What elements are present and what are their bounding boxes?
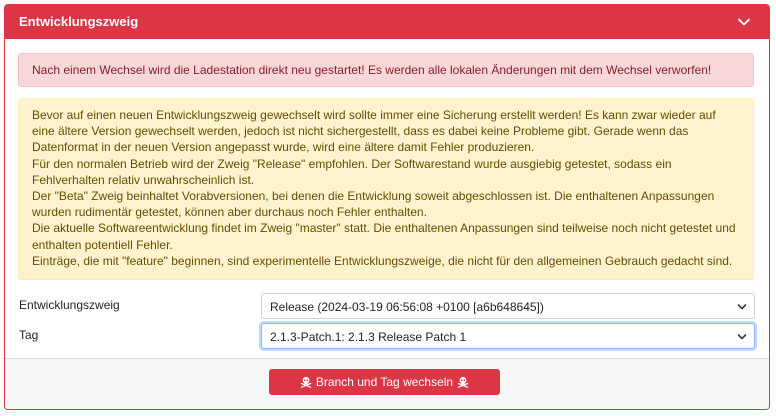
tag-label: Tag (19, 328, 39, 342)
panel-title: Entwicklungszweig (19, 14, 139, 29)
master-branch-info: Die aktuelle Softwareentwicklung findet … (32, 221, 736, 252)
restart-warning-text: Nach einem Wechsel wird die Ladestation … (32, 63, 712, 77)
chevron-down-icon (737, 304, 747, 310)
panel-header[interactable]: Entwicklungszweig (5, 5, 769, 39)
switch-branch-tag-button[interactable]: Branch und Tag wechseln (269, 369, 500, 395)
switch-button-label: Branch und Tag wechseln (315, 375, 454, 389)
tag-select-value: 2.1.3-Patch.1: 2.1.3 Release Patch 1 (270, 330, 467, 344)
tag-select[interactable]: 2.1.3-Patch.1: 2.1.3 Release Patch 1 (261, 323, 755, 349)
branch-select[interactable]: Release (2024-03-19 06:56:08 +0100 [a6b6… (261, 293, 755, 319)
tag-row: Tag 2.1.3-Patch.1: 2.1.3 Release Patch 1 (19, 323, 755, 349)
panel-footer: Branch und Tag wechseln (5, 358, 769, 409)
branch-row: Entwicklungszweig Release (2024-03-19 06… (19, 293, 755, 319)
feature-branch-info: Einträge, die mit "feature" beginnen, si… (32, 253, 733, 268)
chevron-down-icon[interactable] (737, 15, 751, 29)
restart-warning-alert: Nach einem Wechsel wird die Ladestation … (18, 53, 754, 87)
branch-info-alert: Bevor auf einen neuen Entwicklungszweig … (18, 98, 754, 280)
branch-panel: Entwicklungszweig Nach einem Wechsel wir… (4, 4, 770, 410)
skull-crossbones-icon (300, 376, 312, 388)
chevron-down-icon (737, 334, 747, 340)
branch-label: Entwicklungszweig (19, 298, 120, 312)
skull-crossbones-icon (457, 376, 469, 388)
beta-branch-info: Der "Beta" Zweig beinhaltet Vorabversion… (32, 189, 715, 220)
release-branch-info: Für den normalen Betrieb wird der Zweig … (32, 156, 672, 187)
branch-select-value: Release (2024-03-19 06:56:08 +0100 [a6b6… (270, 300, 544, 314)
backup-notice: Bevor auf einen neuen Entwicklungszweig … (32, 108, 716, 155)
panel-body: Nach einem Wechsel wird die Ladestation … (5, 39, 769, 361)
